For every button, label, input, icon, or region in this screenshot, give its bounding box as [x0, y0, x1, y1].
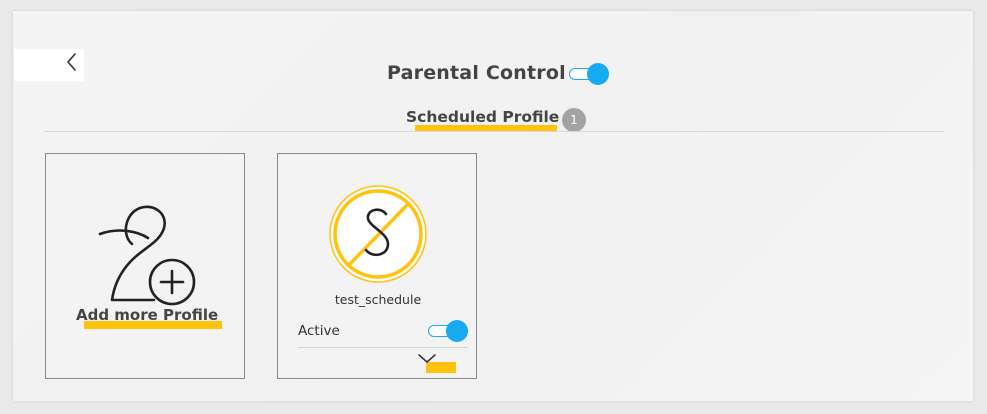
toggle-knob — [587, 63, 609, 85]
card-divider — [298, 347, 468, 348]
section-title: Scheduled Profile — [406, 108, 560, 126]
add-profile-card[interactable]: Add more Profile — [45, 153, 245, 379]
chevron-left-icon[interactable] — [63, 51, 81, 75]
add-user-icon — [98, 205, 196, 306]
toggle-knob — [446, 320, 468, 342]
parental-control-panel: Parental Control Scheduled Profile 1 Add… — [13, 11, 973, 401]
profile-name: test_schedule — [334, 292, 422, 307]
header-row: Parental Control — [385, 61, 625, 89]
chevron-down-icon[interactable] — [416, 352, 438, 366]
add-profile-label: Add more Profile — [76, 306, 219, 324]
profile-count-badge: 1 — [562, 108, 586, 132]
profile-card: test_schedule Active — [277, 153, 477, 379]
parental-control-toggle[interactable] — [569, 63, 609, 85]
profile-active-toggle[interactable] — [428, 320, 468, 342]
page-title: Parental Control — [387, 62, 566, 84]
schedule-s-icon — [329, 185, 427, 283]
section-divider — [44, 131, 944, 132]
profile-status-label: Active — [298, 323, 340, 339]
